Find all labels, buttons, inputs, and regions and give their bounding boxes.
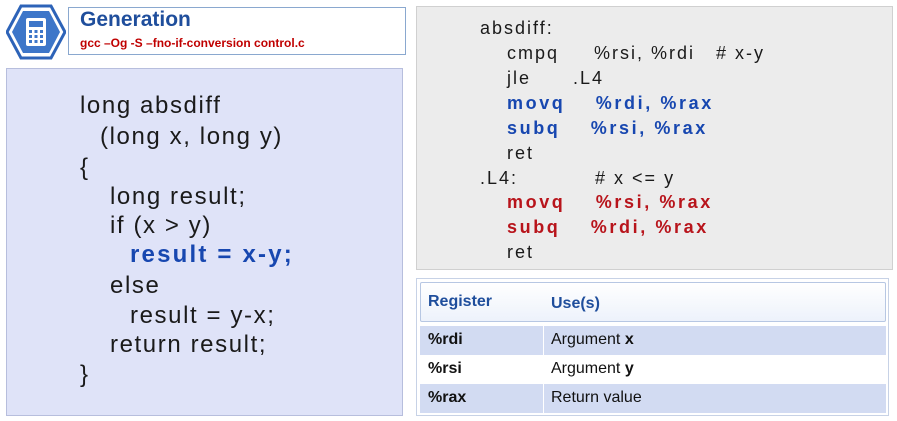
asm-line: cmpq %rsi, %rdi # x-y <box>507 43 766 63</box>
compile-command: gcc –Og -S –fno-if-conversion control.c <box>80 36 305 50</box>
c-code-line: long absdiff <box>80 92 222 119</box>
asm-line-highlighted: movq %rsi, %rax <box>507 192 713 212</box>
asm-line-highlighted: subq %rdi, %rax <box>507 217 709 237</box>
asm-line: jle .L4 <box>507 68 605 88</box>
c-code-line-highlighted: result = x-y; <box>130 241 294 268</box>
c-code-line: return result; <box>110 331 268 358</box>
table-row <box>420 326 886 355</box>
asm-label: .L4: # x <= y <box>480 168 676 188</box>
asm-label: absdiff: <box>480 18 554 38</box>
slide-title: Generation <box>80 8 191 31</box>
column-header-register: Register <box>428 293 493 310</box>
asm-line: ret <box>507 143 535 163</box>
c-code-line: else <box>110 272 161 299</box>
column-header-uses: Use(s) <box>551 295 600 312</box>
asm-line: ret <box>507 242 535 262</box>
table-row <box>420 355 886 384</box>
register-name: %rax <box>428 389 467 406</box>
register-name: %rdi <box>428 331 463 348</box>
register-use: Argument x <box>551 331 634 348</box>
register-name: %rsi <box>428 360 462 377</box>
register-use: Argument y <box>551 360 634 377</box>
c-code-line: { <box>80 154 90 181</box>
calculator-icon <box>6 4 66 60</box>
table-row <box>420 384 886 413</box>
c-code-line: } <box>80 361 90 388</box>
c-code-line: result = y-x; <box>130 302 276 329</box>
c-code-line: long result; <box>110 183 247 210</box>
c-code-line: if (x > y) <box>110 212 213 239</box>
asm-line-highlighted: movq %rdi, %rax <box>507 93 714 113</box>
register-use: Return value <box>551 389 642 406</box>
c-code-line: (long x, long y) <box>100 123 284 150</box>
column-divider <box>543 326 544 413</box>
asm-line-highlighted: subq %rsi, %rax <box>507 118 708 138</box>
